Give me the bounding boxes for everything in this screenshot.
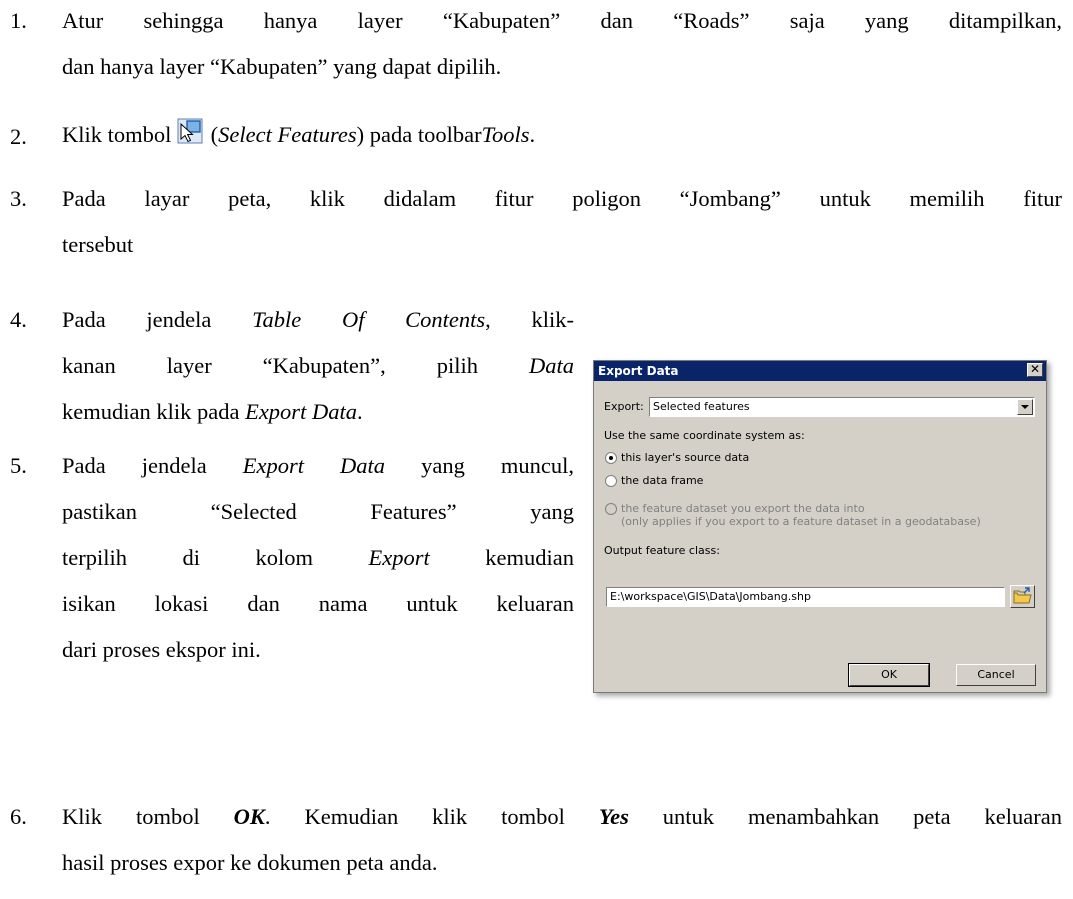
step-6-bold: OK xyxy=(233,804,265,829)
open-folder-icon xyxy=(1013,587,1032,604)
output-path-value: E:\workspace\GIS\Data\Jombang.shp xyxy=(610,590,811,603)
step-4-text: Pada jendela xyxy=(62,307,253,332)
radio-source-data[interactable] xyxy=(605,452,617,464)
export-value: Selected features xyxy=(653,400,750,413)
step-number: 6. xyxy=(10,804,27,829)
step-5-text: yang muncul, xyxy=(385,453,574,478)
dialog-title: Export Data xyxy=(598,364,679,378)
export-dropdown[interactable]: Selected features xyxy=(649,397,1035,417)
step-4-text: kemudian klik pada xyxy=(62,399,246,424)
step-6-text: Klik tombol xyxy=(62,804,234,829)
step-5-line-2: pastikan “Selected Features” yang xyxy=(62,499,574,524)
step-4-line-1: Pada jendela Table Of Contents, klik- xyxy=(62,307,574,333)
step-3-line-2: tersebut xyxy=(62,232,134,257)
step-5-line-1: Pada jendela Export Data yang muncul, xyxy=(62,453,574,479)
step-5-line-5: dari proses ekspor ini. xyxy=(62,637,261,662)
step-6-text: . Kemudian klik tombol xyxy=(264,804,599,829)
step-1-line-1: Atur sehingga hanya layer “Kabupaten” da… xyxy=(62,8,1062,33)
step-5-text: Pada jendela xyxy=(62,453,243,478)
radio-data-frame-label[interactable]: the data frame xyxy=(621,474,703,487)
step-6-line-2: hasil proses expor ke dokumen peta anda. xyxy=(62,850,438,875)
radio-feature-dataset-label: the feature dataset you export the data … xyxy=(621,502,865,515)
step-5-line-4: isikan lokasi dan nama untuk keluaran xyxy=(62,591,574,616)
step-2-italic: Select Features xyxy=(218,122,357,147)
output-feature-class-label: Output feature class: xyxy=(604,544,720,557)
step-5-line-3: terpilih di kolom Export kemudian xyxy=(62,545,574,571)
step-1-line-2: dan hanya layer “Kabupaten” yang dapat d… xyxy=(62,54,502,79)
export-data-dialog: Export Data ✕ Export: Selected features … xyxy=(593,360,1047,693)
select-features-icon xyxy=(177,118,203,144)
step-number: 3. xyxy=(10,186,27,211)
step-4-italic: Table Of Contents xyxy=(252,307,486,332)
close-icon: ✕ xyxy=(1029,362,1041,376)
radio-feature-dataset[interactable] xyxy=(605,503,617,515)
dialog-titlebar[interactable]: Export Data ✕ xyxy=(594,361,1046,381)
step-4-line-2: kanan layer “Kabupaten”, pilih Data xyxy=(62,353,574,379)
step-4-italic: Export Data xyxy=(245,399,357,424)
step-2-italic-tools: Tools xyxy=(481,122,530,147)
step-4-text: kanan layer “Kabupaten”, pilih xyxy=(62,353,529,378)
radio-feature-dataset-note: (only applies if you export to a feature… xyxy=(621,515,981,528)
step-5-italic: Export xyxy=(368,545,430,570)
step-6-text: untuk menambahkan peta keluaran xyxy=(628,804,1062,829)
coordinate-system-label: Use the same coordinate system as: xyxy=(604,429,805,442)
step-2-text-end: . xyxy=(529,122,536,147)
step-4-italic: Data xyxy=(529,353,574,378)
step-5-text: terpilih di kolom xyxy=(62,545,369,570)
step-3-line-1: Pada layar peta, klik didalam fitur poli… xyxy=(62,186,1062,211)
step-2-line: Klik tombol (Select Features) pada toolb… xyxy=(62,118,535,148)
step-5-italic: Export Data xyxy=(242,453,386,478)
step-number: 2. xyxy=(10,124,27,149)
radio-data-frame[interactable] xyxy=(605,475,617,487)
step-2-text-pre: Klik tombol xyxy=(62,122,178,147)
output-path-input[interactable]: E:\workspace\GIS\Data\Jombang.shp xyxy=(606,587,1005,607)
ok-button[interactable]: OK xyxy=(848,663,930,687)
step-4-text: , klik- xyxy=(485,307,574,332)
chevron-down-icon[interactable] xyxy=(1017,399,1033,415)
cancel-button[interactable]: Cancel xyxy=(956,664,1036,686)
step-4-text: . xyxy=(356,399,363,424)
radio-source-data-label[interactable]: this layer's source data xyxy=(621,451,749,464)
step-number: 4. xyxy=(10,307,27,332)
step-6-line-1: Klik tombol OK. Kemudian klik tombol Yes… xyxy=(62,804,1062,830)
browse-button[interactable] xyxy=(1010,585,1035,608)
step-number: 1. xyxy=(10,8,27,33)
step-5-text: kemudian xyxy=(429,545,574,570)
close-button[interactable]: ✕ xyxy=(1027,363,1043,377)
step-4-line-3: kemudian klik pada Export Data. xyxy=(62,399,363,425)
step-6-bold: Yes xyxy=(598,804,629,829)
step-number: 5. xyxy=(10,453,27,478)
step-2-text-post: ) pada toolbar xyxy=(356,122,482,147)
export-label: Export: xyxy=(604,400,644,413)
